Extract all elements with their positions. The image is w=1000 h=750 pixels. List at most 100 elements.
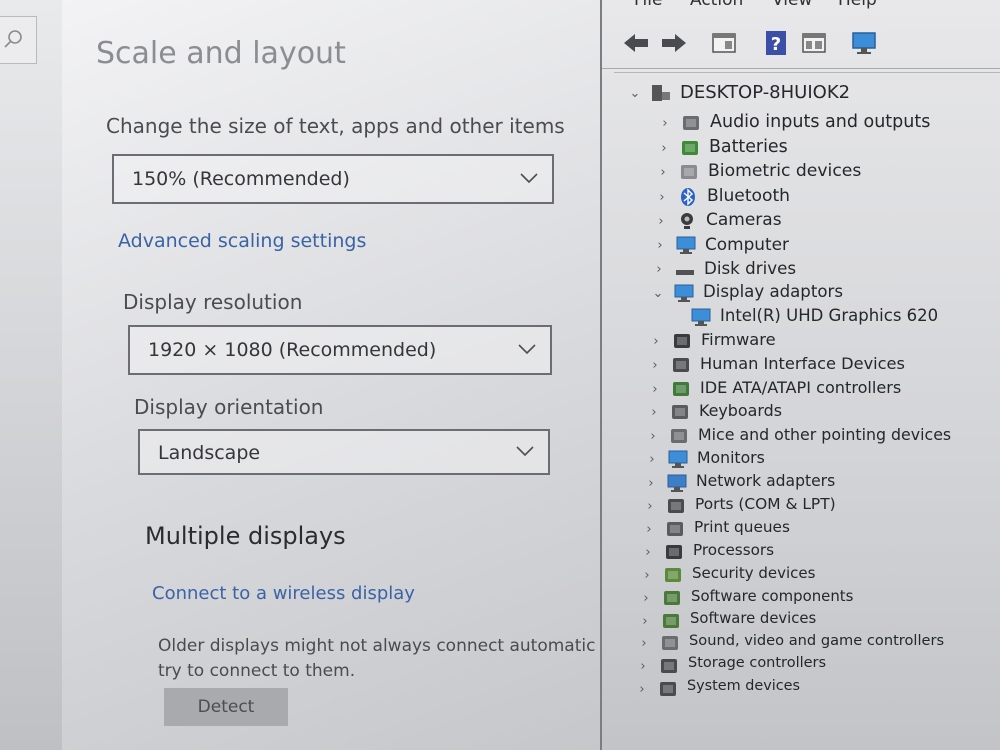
- menu-file[interactable]: File: [634, 0, 662, 10]
- expand-arrow-icon[interactable]: ›: [643, 499, 657, 514]
- wireless-display-link[interactable]: Connect to a wireless display: [152, 583, 415, 604]
- software-device-icon: [663, 614, 679, 628]
- expand-arrow-icon[interactable]: ›: [648, 358, 662, 373]
- tree-item-label: Firmware: [701, 330, 776, 349]
- view-icon[interactable]: [800, 30, 828, 56]
- device-manager-window: File Action View Help ? ⌄ DESKTOP-8HUIOK…: [600, 0, 1000, 750]
- expand-arrow-icon[interactable]: ›: [641, 545, 655, 560]
- expand-arrow-icon[interactable]: ⌄: [628, 86, 642, 101]
- expand-arrow-icon[interactable]: ›: [649, 334, 663, 349]
- chevron-down-icon: [520, 173, 538, 184]
- tree-category[interactable]: › Storage controllers: [636, 655, 1000, 679]
- tree-category[interactable]: › Mice and other pointing devices: [646, 425, 1000, 449]
- tree-category[interactable]: › Bluetooth: [655, 186, 1000, 210]
- expand-arrow-icon[interactable]: ›: [653, 238, 667, 253]
- tree-category[interactable]: › Cameras: [654, 210, 1000, 234]
- older-displays-text: Older displays might not always connect …: [158, 634, 600, 684]
- tree-category[interactable]: › Keyboards: [647, 401, 1000, 425]
- tree-category[interactable]: › Disk drives: [652, 258, 1000, 282]
- tree-category[interactable]: › Audio inputs and outputs: [658, 112, 1000, 136]
- expand-arrow-icon[interactable]: ›: [658, 116, 672, 131]
- bluetooth-icon: [681, 188, 695, 206]
- tree-category[interactable]: › IDE ATA/ATAPI controllers: [648, 378, 1000, 402]
- tree-root[interactable]: ⌄ DESKTOP-8HUIOK2: [628, 82, 998, 106]
- disk-icon: [676, 270, 694, 275]
- tree-child-item[interactable]: Intel(R) UHD Graphics 620: [668, 306, 1000, 330]
- tree-item-label: Batteries: [709, 137, 788, 157]
- tree-item-label: Security devices: [692, 564, 816, 582]
- tree-category[interactable]: › System devices: [635, 678, 1000, 702]
- tree-category[interactable]: › Sound, video and game controllers: [637, 632, 1000, 656]
- advanced-scaling-link[interactable]: Advanced scaling settings: [118, 230, 366, 252]
- expand-arrow-icon[interactable]: ›: [647, 405, 661, 420]
- tree-category[interactable]: › Processors: [641, 541, 1000, 565]
- expand-arrow-icon[interactable]: ›: [640, 568, 654, 583]
- expand-arrow-icon[interactable]: ›: [656, 165, 670, 180]
- expand-arrow-icon[interactable]: ›: [654, 214, 668, 229]
- expand-arrow-icon[interactable]: ›: [655, 190, 669, 205]
- tree-category[interactable]: › Batteries: [657, 137, 1000, 161]
- menu-view[interactable]: View: [772, 0, 812, 10]
- orientation-dropdown-value: Landscape: [158, 442, 261, 464]
- expand-arrow-icon[interactable]: ›: [645, 452, 659, 467]
- system-icon: [660, 682, 676, 696]
- monitor-icon[interactable]: [850, 30, 878, 56]
- expand-arrow-icon[interactable]: ›: [657, 141, 671, 156]
- tree-category[interactable]: › Biometric devices: [656, 161, 1000, 185]
- storage-icon: [661, 659, 677, 673]
- tree-item-label: Mice and other pointing devices: [698, 425, 952, 444]
- computer-icon: [652, 85, 670, 101]
- expand-arrow-icon[interactable]: ›: [639, 591, 653, 606]
- tree-category[interactable]: › Software components: [639, 587, 1000, 611]
- keyboard-icon: [672, 405, 688, 419]
- printer-icon: [667, 522, 683, 536]
- tree-category[interactable]: › Security devices: [640, 564, 1000, 588]
- tree-item-label: Sound, video and game controllers: [689, 632, 945, 649]
- expand-arrow-icon[interactable]: ›: [644, 476, 658, 491]
- camera-icon: [681, 213, 693, 229]
- tree-category[interactable]: › Human Interface Devices: [648, 354, 1000, 378]
- tree-category[interactable]: › Print queues: [642, 518, 1000, 542]
- detect-button[interactable]: Detect: [164, 688, 288, 726]
- collapse-arrow-icon[interactable]: ⌄: [651, 286, 665, 301]
- display-adapter-icon: [674, 284, 694, 302]
- resolution-dropdown-value: 1920 × 1080 (Recommended): [148, 339, 437, 361]
- back-arrow-icon[interactable]: [622, 30, 650, 56]
- orientation-dropdown[interactable]: Landscape: [138, 429, 550, 475]
- expand-arrow-icon[interactable]: ›: [636, 659, 650, 674]
- chevron-down-icon: [516, 446, 534, 457]
- tree-category[interactable]: › Monitors: [645, 448, 1000, 472]
- scale-dropdown[interactable]: 150% (Recommended): [112, 154, 554, 204]
- older-displays-line-1: Older displays might not always connect …: [158, 636, 596, 656]
- menu-action[interactable]: Action: [690, 0, 743, 10]
- mouse-icon: [671, 429, 687, 443]
- battery-icon: [682, 141, 698, 155]
- expand-arrow-icon[interactable]: ›: [635, 682, 649, 697]
- network-icon: [667, 474, 687, 492]
- expand-arrow-icon[interactable]: ›: [637, 636, 651, 651]
- expand-arrow-icon[interactable]: ›: [638, 614, 652, 629]
- tree-category[interactable]: › Software devices: [638, 610, 1000, 634]
- expand-arrow-icon[interactable]: ›: [652, 262, 666, 277]
- tree-category[interactable]: › Firmware: [649, 330, 1000, 354]
- tree-item-label: Storage controllers: [688, 655, 827, 671]
- tree-item-label: Disk drives: [704, 258, 797, 278]
- search-box[interactable]: [0, 16, 37, 64]
- expand-arrow-icon[interactable]: ›: [646, 429, 660, 444]
- tree-category[interactable]: › Network adapters: [644, 472, 1000, 496]
- older-displays-line-2: try to connect to them.: [158, 661, 356, 681]
- properties-icon[interactable]: [710, 30, 738, 56]
- help-icon[interactable]: ?: [762, 30, 790, 56]
- security-icon: [665, 568, 681, 582]
- forward-arrow-icon[interactable]: [660, 30, 688, 56]
- tree-category[interactable]: › Computer: [653, 234, 1000, 258]
- settings-pane: Scale and layout Change the size of text…: [0, 0, 600, 750]
- tree-category[interactable]: ⌄ Display adaptors: [651, 282, 1000, 306]
- tree-item-label: Audio inputs and outputs: [710, 112, 931, 132]
- resolution-dropdown[interactable]: 1920 × 1080 (Recommended): [128, 325, 552, 375]
- expand-arrow-icon[interactable]: ›: [642, 522, 656, 537]
- tree-item-label: System devices: [687, 678, 801, 694]
- tree-category[interactable]: › Ports (COM & LPT): [643, 495, 1000, 519]
- menu-help[interactable]: Help: [838, 0, 877, 10]
- expand-arrow-icon[interactable]: ›: [648, 382, 662, 397]
